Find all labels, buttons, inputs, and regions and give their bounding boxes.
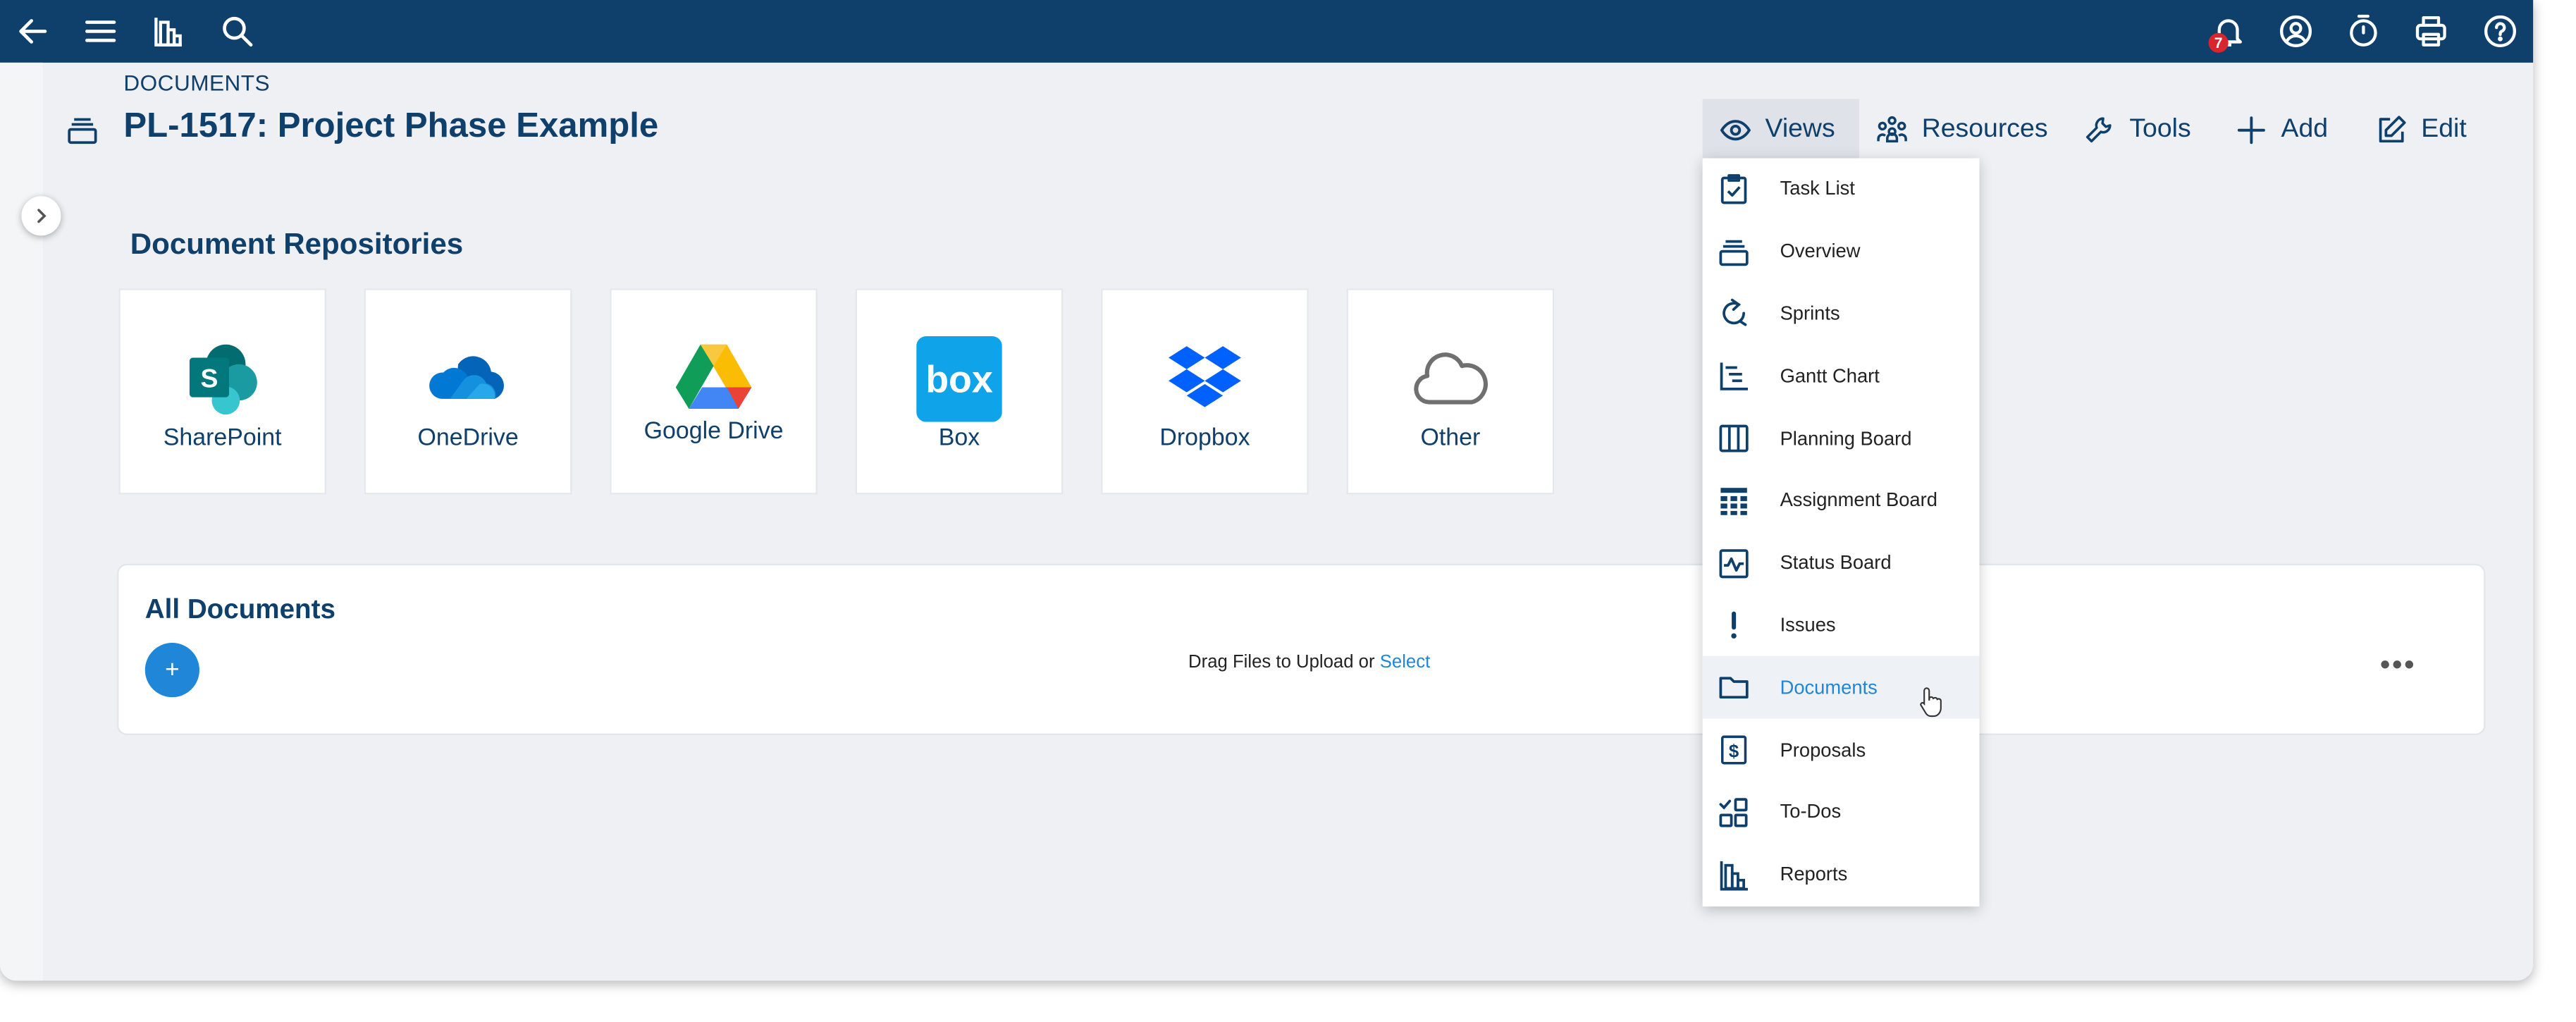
repo-other[interactable]: Other (1346, 288, 1555, 495)
menu-item-label: Task List (1780, 178, 1855, 200)
folder-icon (1718, 671, 1751, 704)
menu-item-todos[interactable]: To-Dos (1703, 781, 1980, 843)
repo-label: Box (938, 425, 980, 452)
menu-item-reports[interactable]: Reports (1703, 844, 1980, 906)
planning-board-icon (1718, 422, 1751, 455)
menu-item-label: Assignment Board (1780, 490, 1937, 512)
add-button[interactable]: Add (2235, 99, 2328, 161)
task-list-icon (1718, 173, 1751, 206)
menu-item-label: Planning Board (1780, 428, 1912, 450)
repo-label: Other (1420, 425, 1481, 452)
repo-label: Dropbox (1159, 425, 1250, 452)
issues-icon (1718, 609, 1751, 642)
reports-icon (1718, 858, 1751, 892)
tools-button[interactable]: Tools (2083, 99, 2191, 161)
all-documents-title: All Documents (144, 595, 335, 625)
chevron-right-icon (37, 209, 47, 223)
menu-item-proposals[interactable]: $ Proposals (1703, 719, 1980, 781)
repo-sharepoint[interactable]: S SharePoint (118, 288, 327, 495)
views-button[interactable]: Views (1702, 99, 1859, 162)
more-options-button[interactable]: ••• (2380, 648, 2416, 682)
status-board-icon (1718, 547, 1751, 580)
box-logo: box (857, 333, 1061, 425)
edit-button[interactable]: Edit (2375, 99, 2467, 161)
svg-text:$: $ (1729, 742, 1739, 762)
hamburger-menu-icon[interactable] (82, 13, 118, 49)
overview-icon (66, 113, 99, 147)
google-drive-logo (612, 330, 816, 422)
dropbox-logo (1102, 333, 1307, 425)
menu-item-label: To-Dos (1780, 801, 1842, 823)
drop-zone[interactable]: Drag Files to Upload or Select (1188, 653, 1430, 672)
menu-item-label: Documents (1780, 677, 1878, 699)
menu-item-task-list[interactable]: Task List (1703, 158, 1980, 220)
edit-icon (2379, 116, 2406, 143)
menu-item-assignment-board[interactable]: Assignment Board (1703, 469, 1980, 531)
add-label: Add (2281, 115, 2329, 144)
user-circle-icon[interactable] (2278, 13, 2314, 49)
sprints-icon (1718, 297, 1751, 331)
gantt-chart-icon (1718, 359, 1751, 393)
hand-pointer-icon (1918, 686, 1945, 719)
repo-label: OneDrive (417, 425, 519, 452)
menu-item-sprints[interactable]: Sprints (1703, 283, 1980, 345)
todos-icon (1718, 796, 1751, 829)
menu-item-label: Status Board (1780, 552, 1892, 574)
menu-item-label: Proposals (1780, 739, 1866, 761)
repo-label: SharePoint (163, 425, 282, 452)
app-window: 7 DOCUMENTS PL-1517: Project Phase Examp… (0, 0, 2534, 981)
stopwatch-icon[interactable] (2346, 13, 2381, 49)
menu-item-gantt-chart[interactable]: Gantt Chart (1703, 345, 1980, 407)
repo-google-drive[interactable]: Google Drive (610, 288, 818, 495)
assignment-board-icon (1718, 484, 1751, 517)
svg-text:box: box (925, 359, 993, 401)
page-title: PL-1517: Project Phase Example (123, 107, 659, 145)
menu-item-overview[interactable]: Overview (1703, 221, 1980, 283)
add-document-button[interactable]: + (144, 643, 199, 698)
views-label: Views (1765, 115, 1835, 144)
onedrive-logo (366, 333, 570, 425)
resources-label: Resources (1921, 115, 2048, 144)
proposals-icon: $ (1718, 734, 1751, 767)
eye-icon (1720, 120, 1751, 141)
all-documents-panel: All Documents + Drag Files to Upload or … (117, 563, 2486, 735)
edit-label: Edit (2421, 115, 2467, 144)
reports-chart-icon[interactable] (150, 13, 186, 49)
wrench-icon (2085, 117, 2112, 143)
overview-icon (1718, 235, 1751, 269)
menu-item-label: Overview (1780, 240, 1861, 263)
menu-item-planning-board[interactable]: Planning Board (1703, 407, 1980, 469)
printer-icon[interactable] (2413, 13, 2449, 49)
menu-item-label: Issues (1780, 615, 1836, 636)
help-icon[interactable] (2482, 13, 2518, 49)
resources-button[interactable]: Resources (1875, 99, 2048, 161)
breadcrumb[interactable]: DOCUMENTS (123, 71, 270, 96)
svg-text:S: S (201, 364, 218, 393)
repo-onedrive[interactable]: OneDrive (364, 288, 572, 495)
back-arrow-icon[interactable] (15, 13, 51, 49)
expand-sidebar-button[interactable] (21, 196, 61, 236)
tools-label: Tools (2129, 115, 2191, 144)
menu-item-issues[interactable]: Issues (1703, 594, 1980, 656)
search-icon[interactable] (219, 13, 255, 49)
select-link[interactable]: Select (1380, 653, 1431, 672)
views-dropdown-menu: Task List Overview Sprints Gantt Chart P… (1702, 158, 1980, 907)
repositories-title: Document Repositories (130, 227, 464, 261)
notification-badge: 7 (2208, 32, 2229, 53)
repo-box[interactable]: box Box (855, 288, 1064, 495)
top-bar: 7 (0, 0, 2534, 63)
menu-item-status-board[interactable]: Status Board (1703, 532, 1980, 594)
people-group-icon (1877, 116, 1907, 143)
menu-item-label: Reports (1780, 863, 1848, 886)
plus-icon (2237, 116, 2265, 144)
repo-dropbox[interactable]: Dropbox (1101, 288, 1309, 495)
sharepoint-logo: S (121, 333, 325, 425)
drag-text: Drag Files to Upload or (1188, 653, 1375, 673)
cloud-icon (1348, 333, 1553, 425)
menu-item-label: Sprints (1780, 303, 1840, 325)
repo-label: Google Drive (643, 418, 784, 445)
menu-item-label: Gantt Chart (1780, 365, 1880, 388)
